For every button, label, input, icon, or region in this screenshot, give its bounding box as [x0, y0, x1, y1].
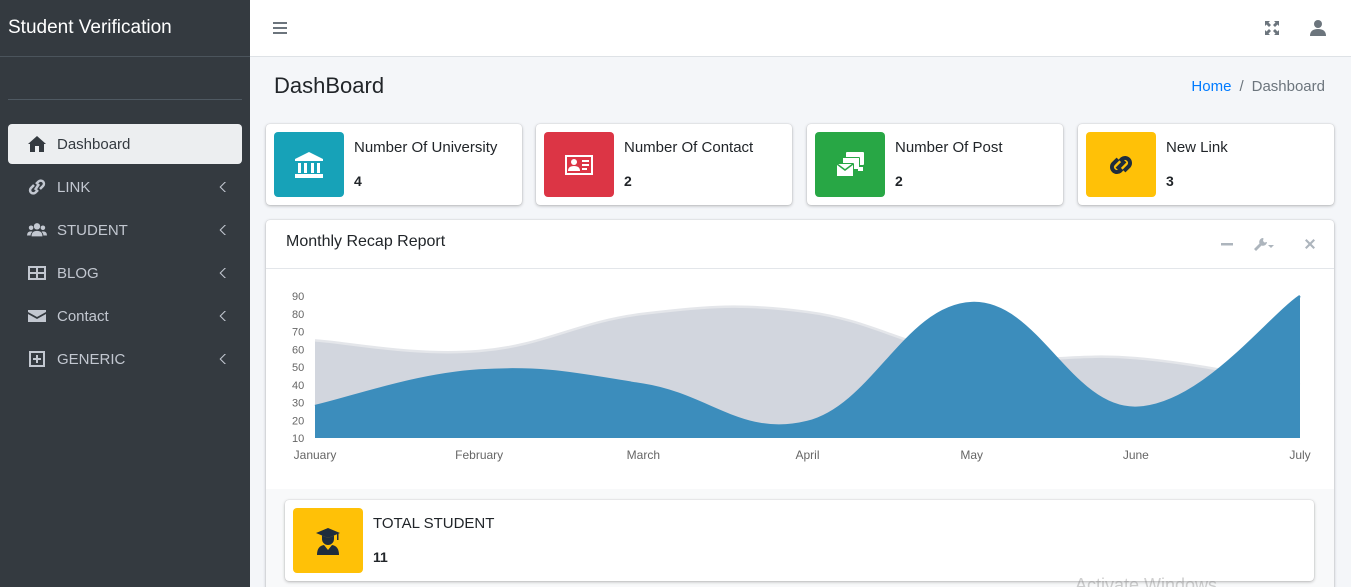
chevron-left-icon [218, 352, 228, 364]
top-navbar [250, 0, 1351, 57]
info-box-label: Number Of Contact [624, 139, 754, 156]
y-tick-label: 40 [292, 380, 304, 392]
mail-bulk-icon [815, 132, 885, 197]
user-graduate-icon [293, 508, 363, 573]
x-tick-label: January [294, 448, 337, 462]
sidebar-nav: Dashboard LINK STUDENT BLOG Contact GENE… [8, 124, 242, 382]
breadcrumb-current: Dashboard [1251, 78, 1325, 95]
info-box-label: TOTAL STUDENT [373, 515, 495, 532]
info-box-number: 3 [1166, 173, 1174, 189]
chevron-left-icon [218, 309, 228, 321]
y-tick-label: 20 [292, 415, 304, 427]
th-large-icon [26, 264, 48, 282]
fullscreen-icon[interactable] [1263, 19, 1281, 37]
y-tick-label: 90 [292, 291, 304, 303]
monthly-recap-chart: 10 20 30 40 50 60 70 80 90 January February March Ap… [266, 270, 1334, 488]
info-box-post[interactable]: Number Of Post 2 [807, 124, 1063, 205]
chevron-left-icon [218, 180, 228, 192]
home-icon [26, 135, 48, 153]
wrench-dropdown-icon[interactable] [1253, 236, 1275, 252]
close-icon[interactable] [1302, 236, 1318, 252]
breadcrumb-home-link[interactable]: Home [1191, 78, 1231, 95]
card-title: Monthly Recap Report [286, 233, 446, 250]
breadcrumb: Home / Dashboard [1191, 78, 1325, 95]
x-tick-label: April [795, 448, 819, 462]
info-box-number: 2 [624, 173, 632, 189]
users-icon [26, 221, 48, 239]
area-chart: 10 20 30 40 50 60 70 80 90 January February March Ap… [292, 291, 1311, 462]
sidebar-item-blog[interactable]: BLOG [8, 253, 242, 293]
x-tick-label: March [627, 448, 660, 462]
sidebar-item-student[interactable]: STUDENT [8, 210, 242, 250]
x-tick-label: June [1123, 448, 1149, 462]
info-box-number: 11 [373, 549, 388, 565]
y-tick-label: 10 [292, 433, 304, 445]
page-title: DashBoard [274, 73, 385, 98]
info-box-label: Number Of Post [895, 139, 1003, 156]
activate-windows-watermark: Activate Windows [1075, 575, 1218, 587]
sidebar-divider [8, 99, 242, 100]
info-box-label: New Link [1166, 139, 1228, 156]
y-tick-label: 70 [292, 327, 304, 339]
id-card-icon [544, 132, 614, 197]
sidebar-item-label: STUDENT [57, 221, 128, 239]
info-box-number: 2 [895, 173, 903, 189]
info-box-number: 4 [354, 173, 362, 189]
chevron-left-icon [218, 266, 228, 278]
sidebar-item-dashboard[interactable]: Dashboard [8, 124, 242, 164]
y-tick-label: 80 [292, 309, 304, 321]
y-tick-label: 30 [292, 398, 304, 410]
sidebar-item-label: LINK [57, 178, 91, 196]
sidebar-item-label: BLOG [57, 264, 99, 282]
hamburger-menu-icon[interactable] [272, 19, 290, 37]
sidebar: Student Verification Dashboard LINK STUD… [0, 0, 250, 587]
link-icon [1086, 132, 1156, 197]
sidebar-item-label: Dashboard [57, 135, 131, 153]
x-tick-label: May [960, 448, 983, 462]
user-icon[interactable] [1309, 19, 1327, 37]
x-tick-label: February [455, 448, 503, 462]
sidebar-item-link[interactable]: LINK [8, 167, 242, 207]
y-tick-label: 60 [292, 344, 304, 356]
plus-square-icon [26, 350, 48, 368]
university-icon [274, 132, 344, 197]
y-tick-label: 50 [292, 362, 304, 374]
card-header: Monthly Recap Report [266, 220, 1334, 269]
sidebar-item-label: Contact [57, 307, 109, 325]
envelope-icon [26, 307, 48, 325]
info-box-new-link[interactable]: New Link 3 [1078, 124, 1334, 205]
collapse-icon[interactable] [1219, 236, 1235, 252]
link-icon [26, 178, 48, 196]
info-box-total-student[interactable]: TOTAL STUDENT 11 [285, 500, 1314, 581]
info-box-university[interactable]: Number Of University 4 [266, 124, 522, 205]
sidebar-item-label: GENERIC [57, 350, 126, 368]
x-tick-label: July [1289, 448, 1310, 462]
info-box-label: Number Of University [354, 139, 498, 156]
brand-title[interactable]: Student Verification [0, 0, 250, 57]
sidebar-item-contact[interactable]: Contact [8, 296, 242, 336]
breadcrumb-separator: / [1239, 78, 1244, 95]
info-box-contact[interactable]: Number Of Contact 2 [536, 124, 792, 205]
chevron-left-icon [218, 223, 228, 235]
sidebar-item-generic[interactable]: GENERIC [8, 339, 242, 379]
